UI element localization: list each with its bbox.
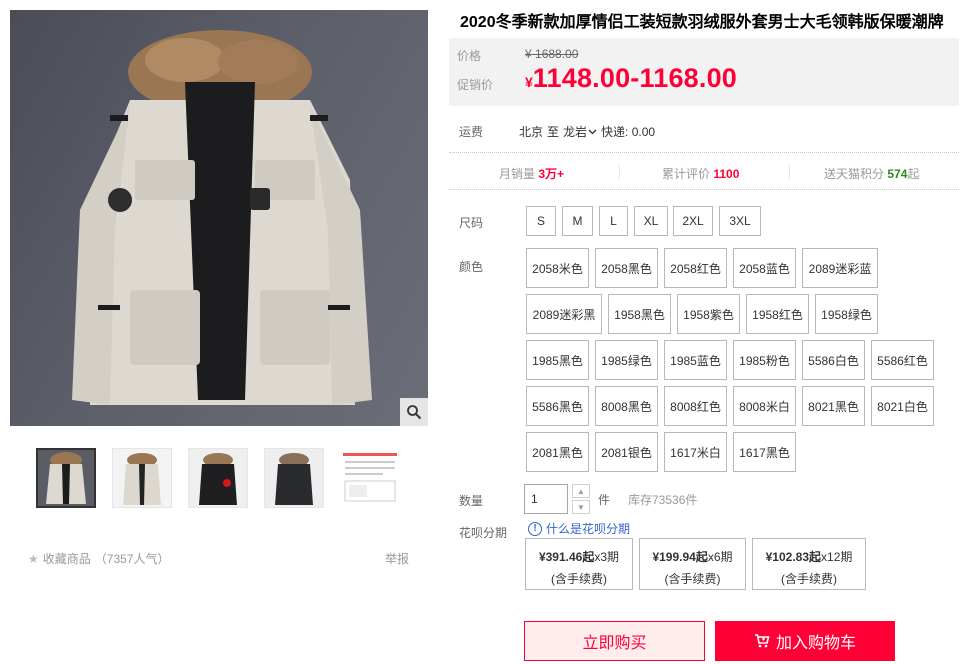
size-option[interactable]: S [526,206,556,236]
color-label: 颜色 [459,260,484,274]
color-option[interactable]: 8008米白 [733,386,796,426]
color-option[interactable]: 1985粉色 [733,340,796,380]
installment-plan[interactable]: ¥199.94起x6期 (含手续费) [639,538,746,590]
size-option[interactable]: 2XL [673,206,713,236]
color-option[interactable]: 2058蓝色 [733,248,796,288]
color-option[interactable]: 8008红色 [664,386,727,426]
quantity-input[interactable]: 1 [524,484,568,514]
cart-icon [754,634,770,648]
shipping-label: 运费 [459,125,484,139]
collect-label: 收藏商品 [42,552,91,566]
installment-plan[interactable]: ¥391.46起x3期 (含手续费) [525,538,633,590]
collect-count: （7357人气） [94,552,170,566]
color-option[interactable]: 1958红色 [746,294,809,334]
caret-down-icon: ▼ [577,502,585,512]
report-link[interactable]: 举报 [385,550,409,567]
thumbnail-4[interactable] [264,448,324,508]
chevron-down-icon [588,129,597,134]
color-option[interactable]: 1617米白 [664,432,727,472]
plan-amount: ¥102.83起 [765,550,822,564]
color-option[interactable]: 8008黑色 [595,386,658,426]
info-icon: ! [528,521,542,536]
thumbnail-1[interactable] [36,448,96,508]
color-option[interactable]: 8021黑色 [802,386,865,426]
original-price-label: 价格 [457,49,482,63]
color-option[interactable]: 2089迷彩黑 [526,294,602,334]
plan-fee: (含手续费) [781,572,837,586]
original-price: ¥ 1688.00 [525,47,579,61]
color-option[interactable]: 2081黑色 [526,432,589,472]
ship-to-word: 至 [547,125,560,139]
quantity-decrease-button[interactable]: ▼ [572,500,590,514]
collect-button[interactable]: ★ 收藏商品 （7357人气） [28,550,169,567]
add-to-cart-label: 加入购物车 [775,635,856,652]
main-product-image[interactable] [10,10,428,426]
ship-to-select[interactable]: 龙岩 [563,123,597,140]
color-option[interactable]: 1985绿色 [595,340,658,380]
size-option[interactable]: M [562,206,593,236]
price-box: 价格 ¥ 1688.00 促销价 ¥1148.00-1168.00 [449,38,959,106]
plan-periods: x3期 [594,550,620,564]
installment-label: 花呗分期 [459,526,508,540]
plan-amount: ¥391.46起 [538,550,595,564]
promo-price: ¥1148.00-1168.00 [525,63,738,93]
color-option[interactable]: 1985黑色 [526,340,589,380]
plan-periods: x6期 [707,550,733,564]
installment-plan[interactable]: ¥102.83起x12期 (含手续费) [752,538,866,590]
plan-fee: (含手续费) [664,572,721,586]
plan-amount: ¥199.94起 [652,550,708,564]
plan-periods: x12期 [821,550,853,564]
thumbnail-2[interactable] [112,448,172,508]
color-option[interactable]: 5586红色 [871,340,934,380]
size-option[interactable]: 3XL [719,206,761,236]
color-option[interactable]: 2058黑色 [595,248,658,288]
monthly-sales: 月销量 3万+ [499,167,565,181]
magnifier-icon [407,405,422,420]
color-option[interactable]: 1958黑色 [608,294,671,334]
express-fee: 快递: 0.00 [601,125,656,139]
stock-count: 库存73536件 [628,493,698,507]
color-option[interactable]: 1617黑色 [733,432,796,472]
color-option[interactable]: 1958紫色 [677,294,740,334]
star-icon: ★ [28,551,39,566]
huabei-help-link[interactable]: ! 什么是花呗分期 [528,520,630,537]
color-option[interactable]: 8021白色 [871,386,934,426]
total-reviews[interactable]: 累计评价 1100 [662,165,739,182]
buy-now-button[interactable]: 立即购买 [524,621,705,661]
color-option[interactable]: 2058米色 [526,248,589,288]
color-option[interactable]: 2089迷彩蓝 [802,248,878,288]
color-option[interactable]: 2058红色 [664,248,727,288]
add-to-cart-button[interactable]: 加入购物车 [715,621,895,661]
huabei-help-text: 什么是花呗分期 [546,522,631,536]
quantity-unit: 件 [598,493,611,507]
promo-price-label: 促销价 [457,78,494,92]
shipping-info: 北京 至 龙岩 快递: 0.00 [519,123,655,140]
size-option[interactable]: L [599,206,628,236]
tmall-points: 送天猫积分 574起 [824,167,920,181]
color-option[interactable]: 1985蓝色 [664,340,727,380]
color-option[interactable]: 2081银色 [595,432,658,472]
quantity-increase-button[interactable]: ▲ [572,484,590,498]
jacket-illustration [72,30,372,405]
plan-fee: (含手续费) [551,572,607,586]
color-option[interactable]: 5586黑色 [526,386,589,426]
caret-up-icon: ▲ [577,486,585,496]
thumbnail-3[interactable] [188,448,248,508]
sales-stats: 月销量 3万+ 累计评价 1100 送天猫积分 574起 [449,152,959,190]
color-option[interactable]: 1958绿色 [815,294,878,334]
zoom-button[interactable] [400,398,428,426]
color-option[interactable]: 5586白色 [802,340,865,380]
product-title: 2020冬季新款加厚情侣工装短款羽绒服外套男士大毛领韩版保暖潮牌 [460,14,944,31]
ship-from: 北京 [519,125,544,139]
size-label: 尺码 [459,216,484,230]
size-option[interactable]: XL [634,206,668,236]
quantity-label: 数量 [459,494,484,508]
thumbnail-5[interactable] [340,448,400,508]
